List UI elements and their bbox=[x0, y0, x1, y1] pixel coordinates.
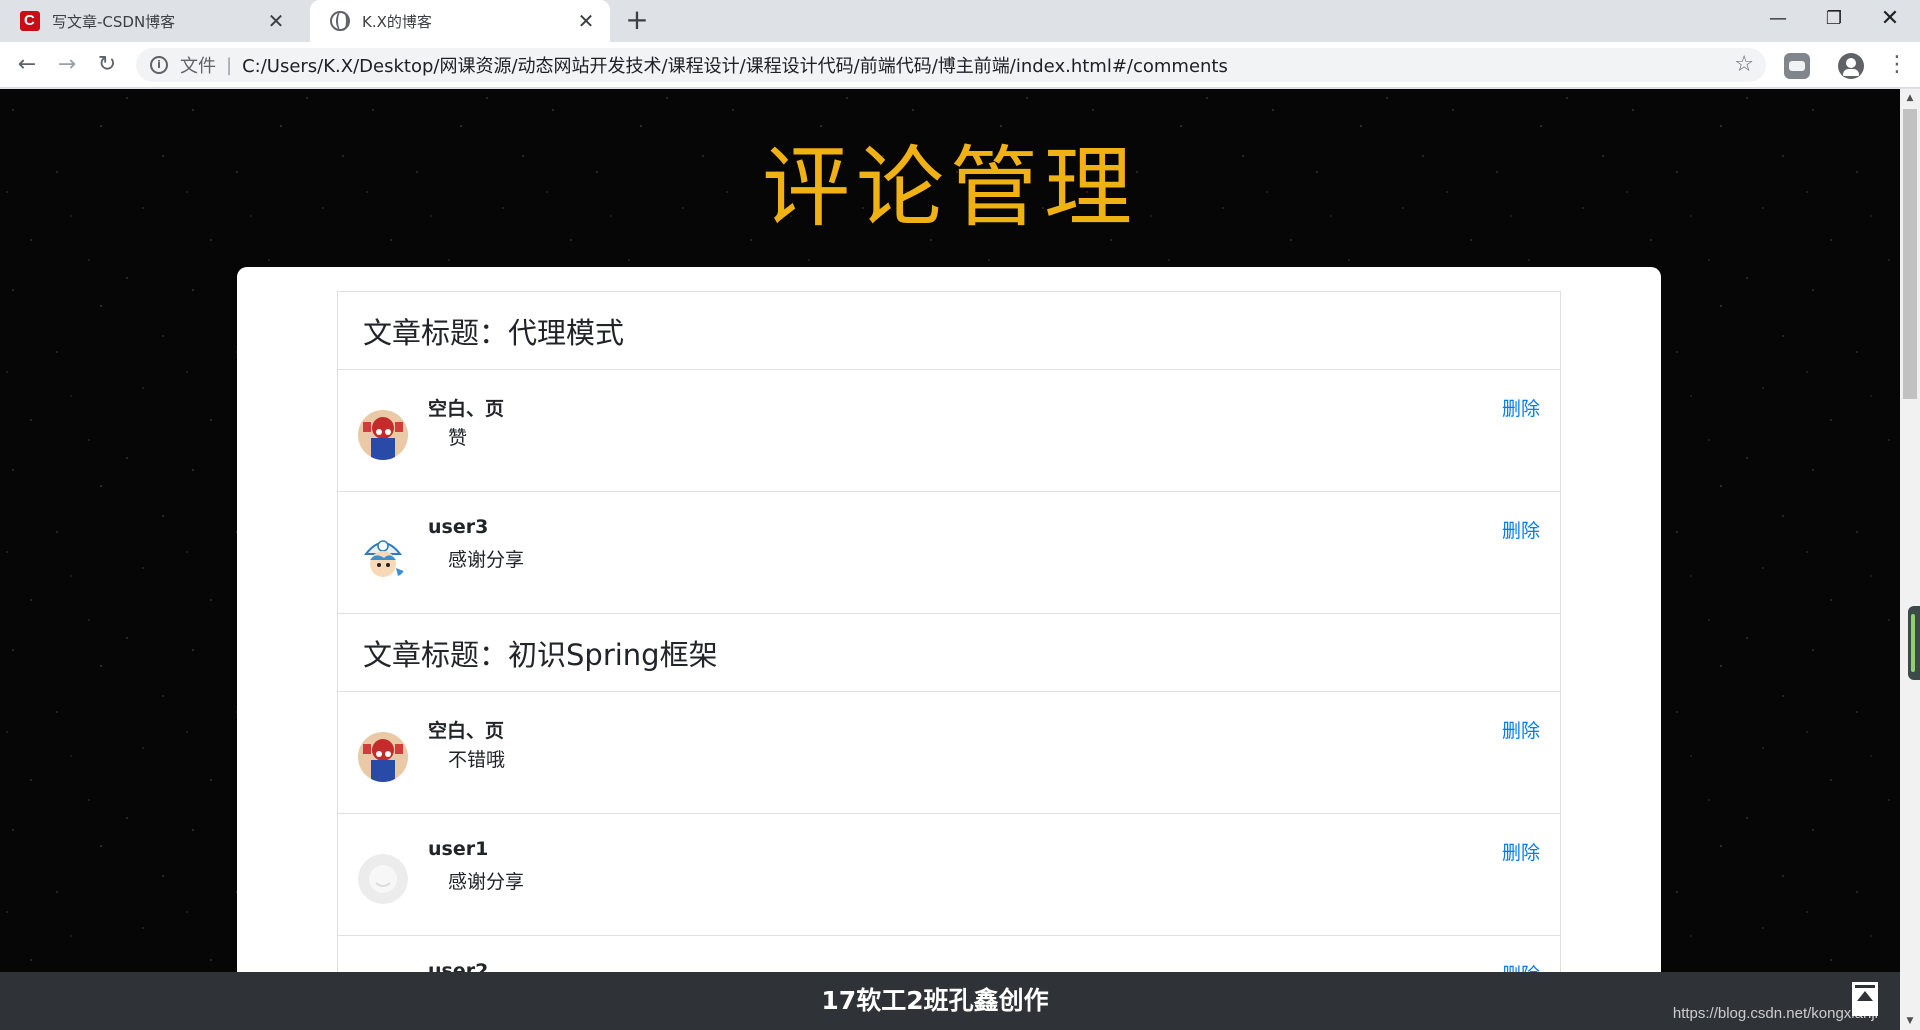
new-tab-button[interactable]: + bbox=[622, 6, 652, 36]
bookmark-star-icon[interactable]: ☆ bbox=[1734, 52, 1754, 77]
comments-card: 文章标题：代理模式 空白、页 赞 删除 user3 感谢分享 删除 文章标题：初… bbox=[237, 267, 1661, 1030]
cartoon-boy-avatar bbox=[358, 532, 408, 582]
red-character-avatar bbox=[358, 732, 408, 782]
file-scheme-label: 文件 bbox=[180, 56, 216, 77]
comment-item: user1 感谢分享 删除 bbox=[337, 813, 1561, 935]
info-icon[interactable]: i bbox=[150, 56, 168, 74]
delete-comment-link[interactable]: 删除 bbox=[1502, 716, 1540, 743]
page-viewport: 评论管理 文章标题：代理模式 空白、页 赞 删除 user3 感谢分享 删除 文… bbox=[0, 89, 1900, 1030]
default-user-avatar bbox=[358, 854, 408, 904]
extension-icon[interactable] bbox=[1784, 53, 1810, 79]
delete-comment-link[interactable]: 删除 bbox=[1502, 838, 1540, 865]
watermark-text: https://blog.csdn.net/kongxianji bbox=[1672, 1005, 1878, 1022]
tab-kx-blog[interactable]: K.X的博客 ✕ bbox=[310, 0, 610, 42]
footer-credit: 17软工2班孔鑫创作 bbox=[821, 986, 1049, 1015]
address-bar[interactable]: i 文件 | C:/Users/K.X/Desktop/网课资源/动态网站开发技… bbox=[136, 48, 1766, 82]
window-close-button[interactable]: ✕ bbox=[1862, 0, 1918, 42]
back-arrow-icon[interactable]: ← bbox=[12, 50, 42, 80]
csdn-icon bbox=[20, 11, 40, 31]
scrollbar-thumb[interactable] bbox=[1903, 109, 1917, 399]
globe-icon bbox=[330, 11, 350, 31]
comment-text: 不错哦 bbox=[448, 749, 506, 771]
comment-text: 赞 bbox=[448, 427, 468, 449]
red-character-avatar bbox=[358, 410, 408, 460]
tab-csdn-editor[interactable]: 写文章-CSDN博客 ✕ bbox=[0, 0, 300, 42]
comment-author: user1 bbox=[428, 838, 489, 860]
scroll-down-arrow-icon[interactable]: ▼ bbox=[1900, 1012, 1920, 1030]
browser-toolbar: ← → ↻ i 文件 | C:/Users/K.X/Desktop/网课资源/动… bbox=[0, 42, 1920, 88]
tab-title: 写文章-CSDN博客 bbox=[52, 12, 176, 31]
delete-comment-link[interactable]: 删除 bbox=[1502, 394, 1540, 421]
url-text[interactable]: C:/Users/K.X/Desktop/网课资源/动态网站开发技术/课程设计/… bbox=[242, 52, 1228, 78]
comment-item: user3 感谢分享 删除 bbox=[337, 491, 1561, 613]
address-separator: | bbox=[226, 54, 233, 76]
page-footer: 17软工2班孔鑫创作 https://blog.csdn.net/kongxia… bbox=[0, 972, 1900, 1030]
side-panel-handle[interactable] bbox=[1908, 606, 1920, 680]
close-icon[interactable]: ✕ bbox=[264, 9, 288, 33]
tab-title: K.X的博客 bbox=[362, 12, 432, 31]
comment-text: 感谢分享 bbox=[448, 549, 525, 571]
close-icon[interactable]: ✕ bbox=[574, 9, 598, 33]
page-title: 评论管理 bbox=[761, 136, 1138, 239]
comment-author: 空白、页 bbox=[428, 720, 505, 742]
article-title: 文章标题：初识Spring框架 bbox=[337, 613, 1561, 691]
comment-item: 空白、页 不错哦 删除 bbox=[337, 691, 1561, 813]
restore-button[interactable]: ❐ bbox=[1806, 0, 1862, 42]
forward-arrow-icon[interactable]: → bbox=[52, 50, 82, 80]
minimize-button[interactable]: — bbox=[1750, 0, 1806, 42]
profile-avatar-icon[interactable] bbox=[1838, 53, 1864, 79]
reload-icon[interactable]: ↻ bbox=[92, 50, 122, 80]
comment-item: 空白、页 赞 删除 bbox=[337, 369, 1561, 491]
scroll-up-arrow-icon[interactable]: ▲ bbox=[1900, 89, 1920, 107]
kebab-menu-icon[interactable]: ⋮ bbox=[1886, 53, 1908, 79]
comment-author: user3 bbox=[428, 516, 489, 538]
comment-author: 空白、页 bbox=[428, 398, 505, 420]
article-title: 文章标题：代理模式 bbox=[337, 291, 1561, 369]
comment-text: 感谢分享 bbox=[448, 871, 525, 893]
delete-comment-link[interactable]: 删除 bbox=[1502, 516, 1540, 543]
browser-tab-strip: 写文章-CSDN博客 ✕ K.X的博客 ✕ + — ❐ ✕ bbox=[0, 0, 1920, 42]
page-scrollbar[interactable]: ▲ ▼ bbox=[1900, 89, 1920, 1030]
comment-list: 文章标题：代理模式 空白、页 赞 删除 user3 感谢分享 删除 文章标题：初… bbox=[337, 291, 1561, 1030]
